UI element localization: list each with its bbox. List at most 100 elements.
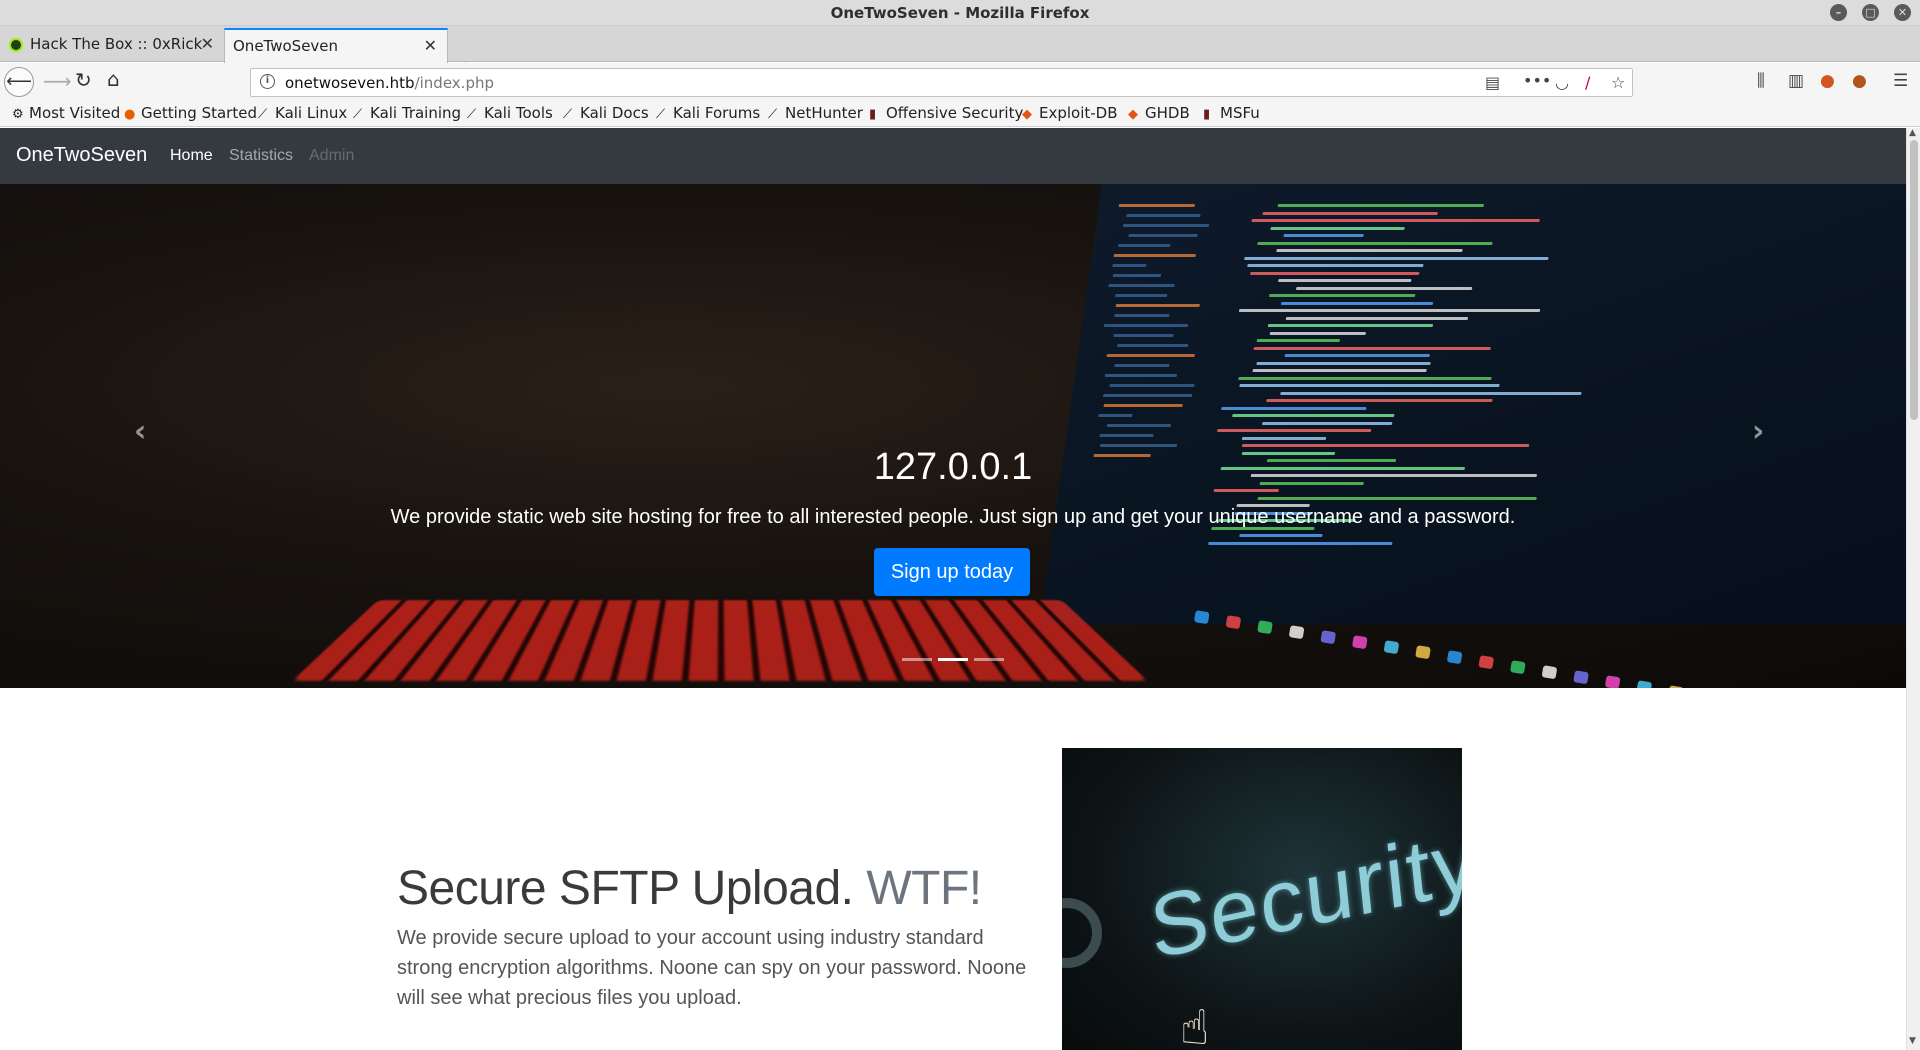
tab-hackthebox[interactable]: Hack The Box :: 0xRick ✕ xyxy=(0,28,224,62)
scrollbar-thumb[interactable] xyxy=(1910,140,1918,420)
dock-app-icon xyxy=(1541,665,1558,680)
menu-icon[interactable]: ☰ xyxy=(1893,71,1908,91)
feature-heading: Secure SFTP Upload. WTF! xyxy=(397,862,982,915)
sidebar-line xyxy=(1104,324,1189,327)
bookmark-ghdb[interactable]: ◆ GHDB xyxy=(1128,104,1190,122)
url-text: onetwoseven.htb/index.php xyxy=(285,74,494,92)
sidebar-line xyxy=(1122,224,1209,227)
feature-heading-muted: WTF! xyxy=(866,862,982,915)
bookmark-kali-forums[interactable]: ⟋ Kali Forums xyxy=(656,104,760,122)
dock-app-icon xyxy=(1668,685,1684,688)
cookie-icon[interactable]: ● xyxy=(1852,71,1867,91)
scroll-down-icon[interactable]: ▼ xyxy=(1909,1036,1916,1046)
code-line xyxy=(1231,414,1395,417)
minimize-button[interactable]: – xyxy=(1830,4,1847,21)
dock-app-icon xyxy=(1478,655,1495,670)
sidebar-line xyxy=(1102,394,1193,397)
reader-view-icon[interactable]: ▤ xyxy=(1485,73,1500,92)
hero-carousel: ‹ › 127.0.0.1 We provide static web site… xyxy=(0,184,1906,688)
carousel-next-icon[interactable]: › xyxy=(1752,414,1764,449)
code-line xyxy=(1257,496,1537,500)
code-line xyxy=(1252,369,1428,372)
nav-home[interactable]: Home xyxy=(170,147,213,165)
dock-app-icon xyxy=(1509,660,1526,675)
hackthebox-icon xyxy=(9,38,23,52)
pocket-icon[interactable]: ◡ xyxy=(1555,73,1569,92)
bookmark-kali-tools[interactable]: ⟋ Kali Tools xyxy=(467,104,553,122)
bookmark-getting-started[interactable]: ● Getting Started xyxy=(124,104,257,122)
kali-dragon-icon: ⟋ xyxy=(768,107,778,122)
carousel-indicator-1[interactable] xyxy=(902,658,932,661)
bookmark-msfu[interactable]: ▮ MSFu xyxy=(1203,104,1260,122)
sidebar-line xyxy=(1106,354,1196,357)
dock-app-icon xyxy=(1573,670,1589,685)
sidebar-icon[interactable]: ▥ xyxy=(1788,71,1804,91)
code-line xyxy=(1267,324,1433,327)
bookmark-kali-training[interactable]: ⟋ Kali Training xyxy=(353,104,461,122)
close-tab-icon[interactable]: ✕ xyxy=(424,30,437,62)
back-button[interactable]: ⟵ xyxy=(4,67,34,97)
address-bar[interactable]: i onetwoseven.htb/index.php ▤ ••• ◡ / ☆ xyxy=(250,68,1633,97)
code-line xyxy=(1244,256,1549,260)
extension-fox-icon[interactable]: ● xyxy=(1820,71,1835,91)
reload-button[interactable]: ↻ xyxy=(75,68,92,92)
close-window-button[interactable]: ✕ xyxy=(1894,4,1911,21)
bookmark-star-icon[interactable]: ☆ xyxy=(1611,73,1625,92)
sidebar-line xyxy=(1111,264,1147,267)
code-line xyxy=(1207,541,1393,545)
bookmark-nethunter[interactable]: ⟋ NetHunter xyxy=(768,104,863,122)
sidebar-line xyxy=(1118,244,1171,247)
code-line xyxy=(1268,294,1416,297)
security-image-text: Security xyxy=(1145,809,1462,978)
site-brand[interactable]: OneTwoSeven xyxy=(16,144,147,167)
carousel-title: 127.0.0.1 xyxy=(873,446,1033,488)
sidebar-line xyxy=(1113,364,1170,367)
scroll-up-icon[interactable]: ▲ xyxy=(1909,128,1916,138)
library-icon[interactable]: ⫼ xyxy=(1757,71,1765,91)
close-tab-icon[interactable]: ✕ xyxy=(201,28,214,60)
sidebar-line xyxy=(1117,344,1189,347)
tab-onetwoseven[interactable]: OneTwoSeven ✕ xyxy=(224,28,448,63)
code-line xyxy=(1239,384,1500,387)
code-line xyxy=(1278,204,1485,207)
sidebar-line xyxy=(1099,434,1154,437)
dock-app-icon xyxy=(1193,610,1210,625)
carousel-indicator-2[interactable] xyxy=(938,658,968,661)
code-line xyxy=(1262,421,1393,425)
sidebar-line xyxy=(1113,314,1170,317)
kali-dragon-icon: ⟋ xyxy=(258,107,268,122)
maximize-button[interactable]: □ xyxy=(1862,4,1879,21)
dock-app-icon xyxy=(1351,635,1368,650)
sidebar-line xyxy=(1115,304,1201,307)
tab-strip: Hack The Box :: 0xRick ✕ OneTwoSeven ✕ + xyxy=(0,26,1920,84)
page-scrollbar[interactable]: ▲ ▼ xyxy=(1906,128,1920,1050)
code-line xyxy=(1283,234,1365,237)
bookmark-most-visited[interactable]: ⚙ Most Visited xyxy=(12,104,120,122)
page-actions-icon[interactable]: ••• xyxy=(1523,71,1551,90)
offsec-icon: ▮ xyxy=(1203,107,1211,122)
bookmark-exploit-db[interactable]: ◆ Exploit-DB xyxy=(1022,104,1118,122)
sign-up-button[interactable]: Sign up today xyxy=(874,548,1030,596)
extension-icon[interactable]: / xyxy=(1585,73,1590,92)
exploitdb-icon: ◆ xyxy=(1128,107,1138,122)
carousel-text: We provide static web site hosting for f… xyxy=(390,506,1516,528)
sidebar-line xyxy=(1107,284,1175,287)
bookmark-kali-linux[interactable]: ⟋ Kali Linux xyxy=(258,104,347,122)
offsec-icon: ▮ xyxy=(869,107,877,122)
code-line xyxy=(1269,331,1366,335)
security-image: Security ☝ xyxy=(1062,748,1462,1050)
dock-app-icon xyxy=(1320,630,1337,645)
carousel-indicator-3[interactable] xyxy=(974,658,1004,661)
bookmark-kali-docs[interactable]: ⟋ Kali Docs xyxy=(563,104,649,122)
site-info-icon[interactable]: i xyxy=(260,74,275,89)
sidebar-line xyxy=(1118,204,1195,207)
forward-button[interactable]: ⟶ xyxy=(43,69,72,93)
sidebar-line xyxy=(1109,384,1195,387)
sidebar-line xyxy=(1113,334,1174,337)
code-line xyxy=(1285,316,1469,320)
home-button[interactable]: ⌂ xyxy=(107,67,120,91)
bookmark-offensive-security[interactable]: ▮ Offensive Security xyxy=(869,104,1023,122)
code-line xyxy=(1251,219,1541,222)
nav-statistics[interactable]: Statistics xyxy=(229,147,293,165)
carousel-prev-icon[interactable]: ‹ xyxy=(134,414,146,449)
